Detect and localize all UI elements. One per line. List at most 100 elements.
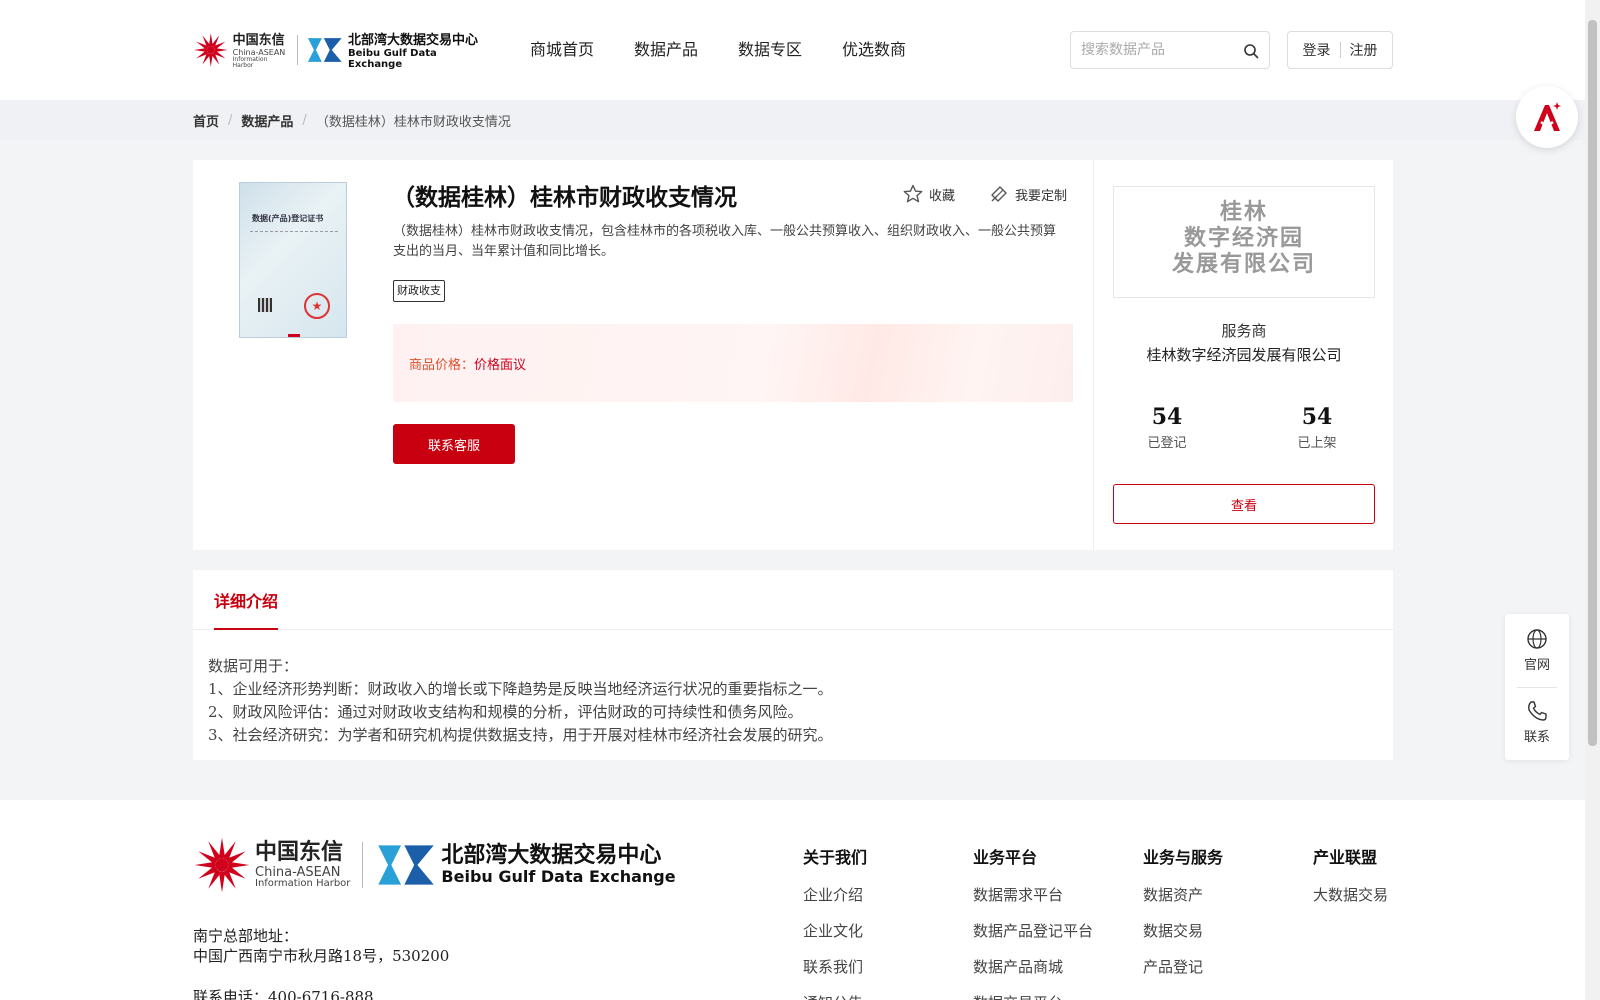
- china-asean-logo: 中国东信 China-ASEAN Information Harbor: [193, 31, 289, 69]
- search-input[interactable]: [1081, 40, 1241, 60]
- footer-beibu-gulf-logo-icon: [378, 845, 435, 885]
- footer-link[interactable]: 数据产品登记平台: [973, 920, 1093, 941]
- footer-link[interactable]: 数据需求平台: [973, 884, 1093, 905]
- ai-assistant-button[interactable]: [1516, 86, 1578, 148]
- customize-label: 我要定制: [1015, 188, 1068, 204]
- image-indicator: [288, 334, 300, 337]
- nav-data-zone[interactable]: 数据专区: [738, 38, 802, 62]
- product-description: （数据桂林）桂林市财政收支情况，包含桂林市的各项税收入库、一般公共预算收入、组织…: [393, 224, 1057, 259]
- detail-line: 1、企业经济形势判断：财政收入的增长或下降趋势是反映当地经济运行状况的重要指标之…: [208, 680, 833, 698]
- nav-mall-home[interactable]: 商城首页: [530, 38, 594, 62]
- globe-icon: [1527, 629, 1547, 649]
- page-scrollbar[interactable]: [1585, 0, 1600, 1000]
- footer-address: 南宁总部地址： 中国广西南宁市秋月路18号，530200: [193, 926, 449, 966]
- registered-stat: 54 已登记: [1117, 404, 1217, 451]
- footer-link[interactable]: 数据资产: [1143, 884, 1223, 905]
- registered-count: 54: [1151, 404, 1183, 430]
- listed-label: 已上架: [1297, 436, 1337, 451]
- footer-beibu-gulf-logo: 北部湾大数据交易中心 Beibu Gulf Data Exchange: [375, 842, 676, 888]
- side-contact-button[interactable]: 联系: [1505, 700, 1569, 745]
- footer-link[interactable]: 数据交易平台: [973, 992, 1093, 1000]
- favorite-label: 收藏: [929, 188, 956, 204]
- side-float-panel: 官网 联系: [1505, 614, 1569, 760]
- auth-divider: [1339, 42, 1341, 58]
- breadcrumb-products[interactable]: 数据产品: [241, 111, 293, 130]
- scrollbar-thumb[interactable]: [1588, 20, 1597, 746]
- price-row: 商品价格：价格面议: [409, 354, 526, 373]
- footer-col-heading: 产业联盟: [1313, 848, 1378, 867]
- product-title: （数据桂林）桂林市财政收支情况: [392, 185, 737, 211]
- breadcrumb-separator: /: [302, 113, 307, 128]
- product-certificate-image[interactable]: 数据(产品)登记证书 ★: [239, 182, 347, 338]
- beibu-gulf-logo-icon: [308, 38, 343, 62]
- certificate-title: 数据(产品)登记证书: [252, 214, 324, 223]
- detail-tabbar: 详细介绍: [193, 570, 1393, 630]
- detail-line: 2、财政风险评估：通过对财政收支结构和规模的分析，评估财政的可持续性和债务风险。: [208, 703, 803, 721]
- search-box: [1070, 31, 1270, 69]
- customize-button[interactable]: 我要定制: [989, 184, 1067, 204]
- vendor-logo-line: 数字经济园: [1183, 225, 1304, 251]
- product-card: 数据(产品)登记证书 ★ （数据桂林）桂林市财政收支情况 收藏 我要定制 （数据…: [193, 160, 1393, 550]
- site-logo[interactable]: 中国东信 China-ASEAN Information Harbor 北部湾大…: [193, 30, 493, 70]
- nav-preferred-vendors[interactable]: 优选数商: [842, 38, 906, 62]
- footer-link[interactable]: 数据交易: [1143, 920, 1223, 941]
- register-link[interactable]: 注册: [1350, 40, 1378, 60]
- side-divider: [1517, 687, 1557, 688]
- side-website-button[interactable]: 官网: [1505, 628, 1569, 673]
- footer-link[interactable]: 联系我们: [803, 956, 867, 977]
- footer-logo-bg-cn: 北部湾大数据交易中心: [441, 843, 662, 869]
- login-link[interactable]: 登录: [1303, 40, 1331, 60]
- registered-label: 已登记: [1147, 436, 1187, 451]
- footer-col-heading: 业务与服务: [1143, 848, 1224, 867]
- logo-bg-en: Beibu Gulf Data Exchange: [347, 48, 437, 71]
- vendor-logo-line: 发展有限公司: [1171, 251, 1316, 277]
- footer-link[interactable]: 企业介绍: [803, 884, 867, 905]
- footer-logo-ca-en2: Information Harbor: [255, 877, 351, 889]
- seal-icon: ★: [304, 293, 330, 319]
- beibu-gulf-logo: 北部湾大数据交易中心 Beibu Gulf Data Exchange: [306, 30, 493, 70]
- site-footer: 中国东信 China-ASEAN Information Harbor 北部湾大…: [0, 800, 1585, 1000]
- tab-detail-intro[interactable]: 详细介绍: [214, 588, 279, 630]
- footer-address-value: 中国广西南宁市秋月路18号，530200: [193, 947, 450, 965]
- footer-link[interactable]: 通知公告: [803, 992, 867, 1000]
- breadcrumb-home[interactable]: 首页: [193, 111, 219, 130]
- breadcrumb-separator: /: [228, 113, 233, 128]
- listed-stat: 54 已上架: [1267, 404, 1367, 451]
- footer-logo[interactable]: 中国东信 China-ASEAN Information Harbor 北部湾大…: [193, 836, 676, 894]
- ai-assistant-icon: [1534, 102, 1561, 131]
- footer-col-platform: 业务平台 数据需求平台 数据产品登记平台 数据产品商城 数据交易平台: [973, 844, 1093, 1000]
- footer-link[interactable]: 产品登记: [1143, 956, 1223, 977]
- footer-logo-divider: [362, 842, 364, 888]
- site-header: 中国东信 China-ASEAN Information Harbor 北部湾大…: [0, 0, 1585, 100]
- card-divider: [1093, 160, 1094, 550]
- view-vendor-button[interactable]: 查看: [1113, 484, 1375, 524]
- footer-address-label: 南宁总部地址：: [193, 927, 299, 945]
- footer-col-heading: 关于我们: [803, 848, 868, 867]
- logo-ca-en2: Information Harbor: [232, 56, 268, 69]
- search-icon[interactable]: [1243, 43, 1259, 59]
- footer-col-heading: 业务平台: [973, 848, 1038, 867]
- footer-link[interactable]: 企业文化: [803, 920, 867, 941]
- price-value: 价格面议: [474, 358, 527, 373]
- logo-divider: [297, 35, 299, 65]
- vendor-logo-line: 桂林: [1219, 199, 1268, 225]
- detail-line: 3、社会经济研究：为学者和研究机构提供数据支持，用于开展对桂林市经济社会发展的研…: [208, 726, 833, 744]
- footer-col-alliance: 产业联盟 大数据交易: [1313, 844, 1388, 920]
- footer-china-asean-logo-icon: [194, 837, 250, 893]
- nav-data-products[interactable]: 数据产品: [634, 38, 698, 62]
- footer-link[interactable]: 数据产品商城: [973, 956, 1093, 977]
- footer-logo-bg-en: Beibu Gulf Data Exchange: [441, 867, 676, 887]
- contact-service-button[interactable]: 联系客服: [393, 424, 515, 464]
- footer-link[interactable]: 大数据交易: [1313, 884, 1388, 905]
- breadcrumb-current: （数据桂林）桂林市财政收支情况: [315, 115, 511, 130]
- customize-icon: [991, 186, 1007, 202]
- phone-icon: [1528, 701, 1547, 721]
- price-box: 商品价格：价格面议: [393, 324, 1073, 402]
- auth-box: 登录 注册: [1287, 31, 1393, 69]
- footer-logo-ca-en1: China-ASEAN: [255, 864, 341, 880]
- product-tag[interactable]: 财政收支: [393, 280, 445, 302]
- service-provider-name: 桂林数字经济园发展有限公司: [1146, 346, 1342, 364]
- detail-body: 数据可用于： 1、企业经济形势判断：财政收入的增长或下降趋势是反映当地经济运行状…: [208, 655, 833, 747]
- favorite-button[interactable]: 收藏: [903, 184, 955, 204]
- listed-count: 54: [1301, 404, 1333, 430]
